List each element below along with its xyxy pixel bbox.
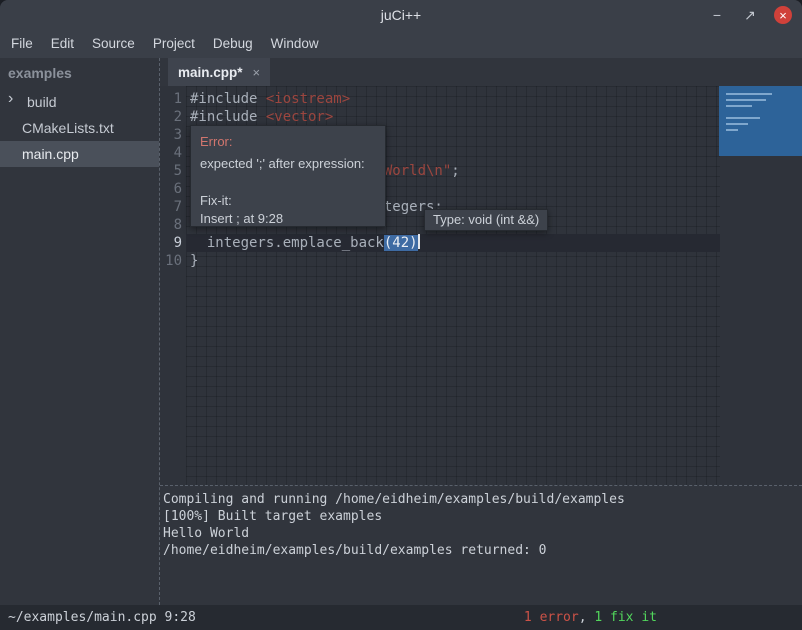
file-label: main.cpp xyxy=(22,146,79,162)
menu-edit[interactable]: Edit xyxy=(42,30,83,58)
titlebar: juCi++ − ↗ × xyxy=(0,0,802,30)
line-number: 8 xyxy=(160,216,186,234)
window-controls: − ↗ × xyxy=(708,6,792,24)
code-segment: #include xyxy=(190,109,266,125)
editor-column: main.cpp* × 12345678910 #include <iostre… xyxy=(160,58,802,605)
project-name: examples xyxy=(0,58,159,89)
diagnostic-title: Error: xyxy=(200,134,376,149)
code-segment: } xyxy=(190,253,198,269)
code-segment: (42) xyxy=(384,235,418,251)
code-line-9[interactable]: integers.emplace_back(42) xyxy=(186,234,720,252)
file-label: build xyxy=(27,94,57,110)
code-line-10[interactable]: } xyxy=(186,252,802,270)
code-segment: integers.emplace_back xyxy=(190,235,384,251)
minimap-line xyxy=(726,93,772,95)
menubar: FileEditSourceProjectDebugWindow xyxy=(0,30,802,58)
code-line-1[interactable]: #include <iostream> xyxy=(186,90,802,108)
minimize-icon[interactable]: − xyxy=(708,6,726,24)
output-terminal[interactable]: Compiling and running /home/eidheim/exam… xyxy=(160,485,802,605)
code-segment: <vector> xyxy=(266,109,333,125)
chevron-right-icon[interactable]: › xyxy=(8,90,13,108)
line-number-gutter: 12345678910 xyxy=(160,90,186,270)
code-editor[interactable]: 12345678910 #include <iostream>#include … xyxy=(160,86,802,485)
minimap-line xyxy=(726,129,738,131)
line-number: 7 xyxy=(160,198,186,216)
code-segment: ; xyxy=(451,163,459,179)
minimap-line xyxy=(726,99,766,101)
line-number: 6 xyxy=(160,180,186,198)
minimap-line xyxy=(726,123,748,125)
menu-file[interactable]: File xyxy=(2,30,42,58)
type-tooltip: Type: void (int &&) xyxy=(424,209,548,231)
fixit-label: Fix-it: xyxy=(200,193,376,208)
tab-close-icon[interactable]: × xyxy=(253,65,261,80)
line-number: 4 xyxy=(160,144,186,162)
line-number: 3 xyxy=(160,126,186,144)
file-label: CMakeLists.txt xyxy=(22,120,114,136)
status-fixit-count[interactable]: 1 fix it xyxy=(594,610,657,625)
code-segment: <iostream> xyxy=(266,91,350,107)
terminal-line: [100%] Built target examples xyxy=(163,508,799,525)
line-number: 10 xyxy=(160,252,186,270)
fixit-text: Insert ; at 9:28 xyxy=(200,211,376,226)
tab-label: main.cpp* xyxy=(178,65,243,80)
diagnostic-message: expected ';' after expression: xyxy=(200,156,376,171)
minimap-line xyxy=(726,105,752,107)
window-title: juCi++ xyxy=(0,7,802,23)
tab-main-cpp[interactable]: main.cpp* × xyxy=(168,58,270,86)
file-item-cmakelists-txt[interactable]: CMakeLists.txt xyxy=(0,115,159,141)
tab-bar: main.cpp* × xyxy=(160,58,802,86)
menu-debug[interactable]: Debug xyxy=(204,30,262,58)
terminal-line: Compiling and running /home/eidheim/exam… xyxy=(163,491,799,508)
terminal-line: Hello World xyxy=(163,525,799,542)
line-number: 2 xyxy=(160,108,186,126)
app-window: juCi++ − ↗ × FileEditSourceProjectDebugW… xyxy=(0,0,802,630)
diagnostic-tooltip: Error: expected ';' after expression: Fi… xyxy=(190,125,386,227)
file-item-build[interactable]: › build xyxy=(0,89,159,115)
file-list: › build CMakeLists.txt main.cpp xyxy=(0,89,159,167)
content-area: examples › build CMakeLists.txt main.cpp ma… xyxy=(0,58,802,605)
minimap[interactable] xyxy=(719,86,802,156)
menu-project[interactable]: Project xyxy=(144,30,204,58)
file-item-main-cpp[interactable]: main.cpp xyxy=(0,141,159,167)
status-location: ~/examples/main.cpp 9:28 xyxy=(8,610,196,625)
menu-source[interactable]: Source xyxy=(83,30,144,58)
status-separator: , xyxy=(579,610,595,625)
status-bar: ~/examples/main.cpp 9:28 1 error, 1 fix … xyxy=(0,605,802,630)
minimap-line xyxy=(726,117,760,119)
line-number: 5 xyxy=(160,162,186,180)
text-cursor xyxy=(418,234,420,249)
status-diagnostics: 1 error, 1 fix it xyxy=(524,610,657,625)
code-segment: World\n" xyxy=(384,163,451,179)
terminal-line: /home/eidheim/examples/build/examples re… xyxy=(163,542,799,559)
line-number: 1 xyxy=(160,90,186,108)
line-number: 9 xyxy=(160,234,186,252)
menu-window[interactable]: Window xyxy=(262,30,328,58)
close-icon[interactable]: × xyxy=(774,6,792,24)
file-tree-panel: examples › build CMakeLists.txt main.cpp xyxy=(0,58,160,605)
code-segment: #include xyxy=(190,91,266,107)
maximize-icon[interactable]: ↗ xyxy=(741,6,759,24)
status-error-count[interactable]: 1 error xyxy=(524,610,579,625)
code-line-2[interactable]: #include <vector> xyxy=(186,108,802,126)
